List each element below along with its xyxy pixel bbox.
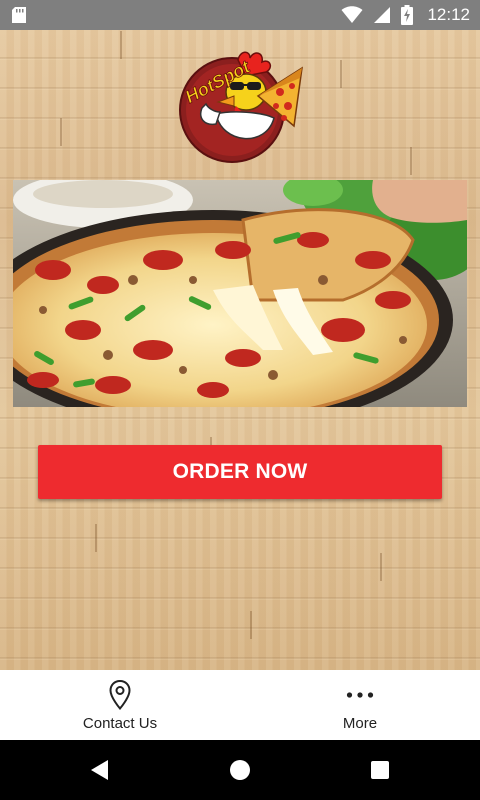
board-seam [60, 118, 62, 146]
order-now-button[interactable]: ORDER NOW [38, 445, 442, 499]
nav-item-contact-us[interactable]: Contact Us [0, 670, 240, 740]
battery-charging-icon [401, 5, 414, 25]
bottom-navigation: Contact Us More [0, 670, 480, 740]
status-bar: 12:12 [0, 0, 480, 30]
board-seam [120, 31, 122, 59]
hotspot-logo[interactable]: HotSpot [176, 48, 304, 164]
status-time: 12:12 [427, 5, 470, 24]
system-navigation-bar [0, 740, 480, 800]
map-pin-icon [106, 680, 134, 710]
recents-icon[interactable] [368, 758, 392, 782]
nav-label-more: More [342, 715, 378, 732]
board-seam [380, 553, 382, 581]
home-icon[interactable] [228, 758, 252, 782]
board-seam [340, 60, 342, 88]
board-seam [95, 524, 97, 552]
back-icon[interactable] [88, 758, 112, 782]
board-seam [250, 611, 252, 639]
more-dots-icon [346, 680, 374, 710]
cellular-signal-icon [374, 7, 391, 23]
status-right-group: 12:12 [341, 0, 470, 30]
pizza-banner-image [13, 180, 467, 407]
wifi-icon [341, 6, 363, 23]
nav-label-contact-us: Contact Us [82, 715, 158, 732]
board-seam [410, 147, 412, 175]
sd-card-icon [12, 7, 26, 23]
nav-item-more[interactable]: More [240, 670, 480, 740]
app-screen: 12:12 HotSpot ORDER NOW Contact Us More [0, 0, 480, 800]
